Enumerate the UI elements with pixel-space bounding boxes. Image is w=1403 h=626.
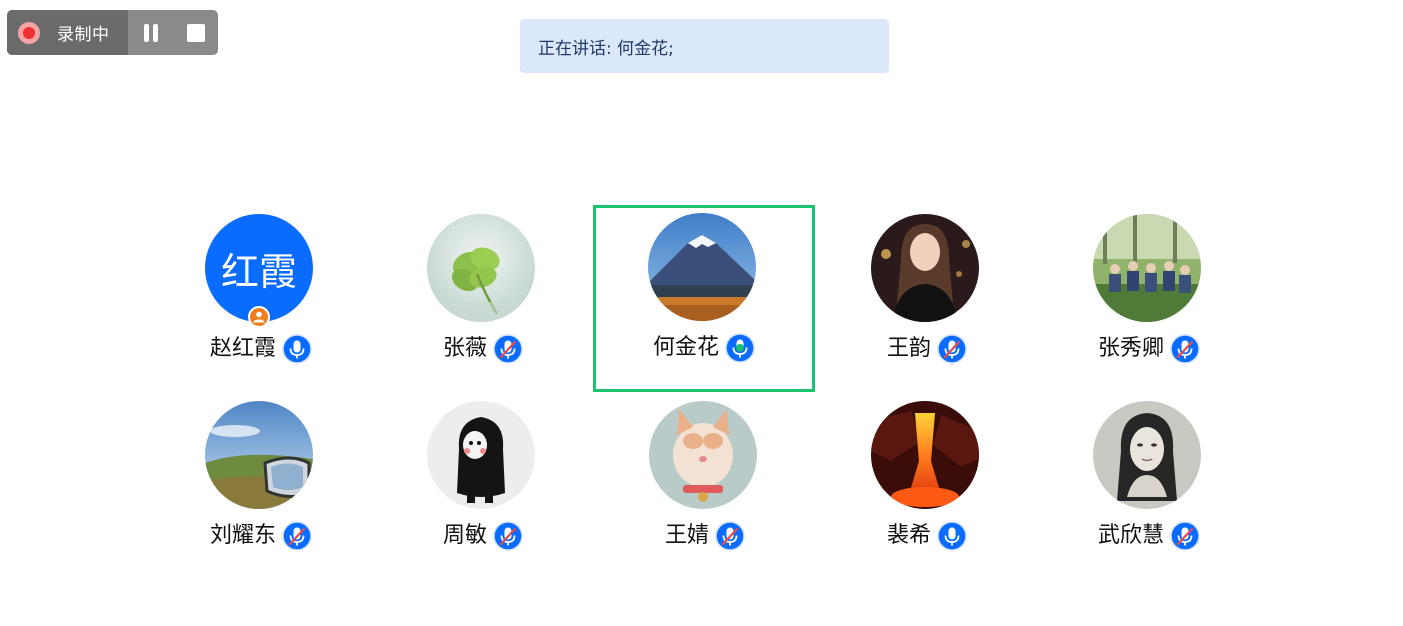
microphone-muted-icon[interactable] bbox=[937, 334, 967, 364]
lava-photo bbox=[871, 401, 979, 509]
group-photo bbox=[1093, 214, 1201, 322]
participant-name: 王婧 bbox=[664, 523, 709, 548]
record-dot-icon bbox=[18, 21, 40, 44]
cat-photo bbox=[649, 401, 757, 509]
microphone-speaking-icon[interactable] bbox=[725, 333, 755, 363]
microphone-muted-icon[interactable] bbox=[282, 521, 312, 551]
avatar bbox=[1093, 214, 1201, 322]
participant-name-row: 武欣慧 bbox=[1038, 521, 1260, 551]
cartoon-photo bbox=[427, 401, 535, 509]
microphone-muted-icon[interactable] bbox=[715, 521, 745, 551]
participant-tile-active-speaker[interactable]: 何金花 bbox=[593, 205, 815, 392]
participant-name-row: 何金花 bbox=[596, 333, 812, 363]
microphone-muted-icon[interactable] bbox=[1170, 521, 1200, 551]
participant-name: 赵红霞 bbox=[209, 336, 276, 361]
participant-name-row: 裴希 bbox=[816, 521, 1038, 551]
participant-name: 张薇 bbox=[442, 336, 487, 361]
participant-tile[interactable]: 王韵 bbox=[816, 206, 1038, 393]
pause-icon bbox=[142, 23, 160, 42]
participant-name-row: 王韵 bbox=[816, 334, 1038, 364]
participant-name-row: 赵红霞 bbox=[150, 334, 372, 364]
participant-tile[interactable]: 张薇 bbox=[372, 206, 594, 393]
participant-name: 张秀卿 bbox=[1097, 336, 1164, 361]
clover-photo bbox=[427, 214, 535, 322]
recording-status-button[interactable]: 录制中 bbox=[7, 10, 128, 55]
speaking-banner: 正在讲话: 何金花; bbox=[520, 19, 889, 73]
participant-tile[interactable]: 裴希 bbox=[816, 393, 1038, 580]
avatar bbox=[205, 401, 313, 509]
avatar bbox=[648, 213, 756, 321]
microphone-on-icon[interactable] bbox=[282, 334, 312, 364]
participant-tile[interactable]: 红霞 赵红霞 bbox=[150, 206, 372, 393]
participant-name: 刘耀东 bbox=[209, 523, 276, 548]
portrait-photo bbox=[871, 214, 979, 322]
avatar bbox=[871, 401, 979, 509]
microphone-muted-icon[interactable] bbox=[493, 521, 523, 551]
participant-tile[interactable]: 周敏 bbox=[372, 393, 594, 580]
recording-toolbar: 录制中 bbox=[7, 10, 218, 55]
participant-name: 周敏 bbox=[442, 523, 487, 548]
participant-name: 武欣慧 bbox=[1097, 523, 1164, 548]
avatar bbox=[427, 401, 535, 509]
participant-name: 裴希 bbox=[886, 523, 931, 548]
mountain-photo bbox=[648, 213, 756, 321]
microphone-muted-icon[interactable] bbox=[493, 334, 523, 364]
participant-name: 王韵 bbox=[886, 336, 931, 361]
participant-name-row: 王婧 bbox=[594, 521, 816, 551]
participant-tile[interactable]: 王婧 bbox=[594, 393, 816, 580]
avatar bbox=[871, 214, 979, 322]
microphone-muted-icon[interactable] bbox=[1170, 334, 1200, 364]
meeting-stage: 录制中 正在讲话: 何金花; 红霞 赵红霞 张薇 何金花 王韵 张秀卿 刘耀东 … bbox=[0, 0, 1403, 626]
stop-icon bbox=[186, 23, 205, 42]
car-mirror-photo bbox=[205, 401, 313, 509]
microphone-on-icon[interactable] bbox=[937, 521, 967, 551]
speaking-banner-text: 正在讲话: 何金花; bbox=[538, 38, 674, 59]
participant-tile[interactable]: 刘耀东 bbox=[150, 393, 372, 580]
host-badge-icon bbox=[248, 306, 270, 328]
participant-tile[interactable]: 张秀卿 bbox=[1038, 206, 1260, 393]
pause-recording-button[interactable] bbox=[128, 10, 173, 55]
stop-recording-button[interactable] bbox=[173, 10, 218, 55]
avatar bbox=[427, 214, 535, 322]
participant-name-row: 周敏 bbox=[372, 521, 594, 551]
avatar bbox=[1093, 401, 1201, 509]
participant-tile[interactable]: 武欣慧 bbox=[1038, 393, 1260, 580]
avatar bbox=[649, 401, 757, 509]
recording-status-label: 录制中 bbox=[57, 25, 110, 45]
participant-name-row: 张薇 bbox=[372, 334, 594, 364]
participant-name-row: 张秀卿 bbox=[1038, 334, 1260, 364]
participant-name: 何金花 bbox=[652, 335, 719, 360]
participant-name-row: 刘耀东 bbox=[150, 521, 372, 551]
bw-portrait-photo bbox=[1093, 401, 1201, 509]
